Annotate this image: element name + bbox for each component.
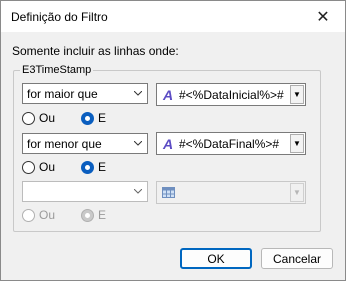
condition-combo-3[interactable] — [22, 181, 148, 202]
title-bar: Definição do Filtro ✕ — [1, 1, 345, 32]
expression-field-3: ▼ — [156, 181, 306, 204]
condition-combo-1-value: for maior que — [27, 86, 98, 101]
expression-field-1-value: #<%DataInicial%># — [179, 87, 284, 102]
expression-icon: A — [162, 86, 174, 103]
prompt-text: Somente incluir as linhas onde: — [12, 44, 179, 58]
expression-field-1[interactable]: A #<%DataInicial%># ▼ — [156, 83, 306, 106]
condition-combo-2-value: for menor que — [27, 136, 102, 151]
radio-and-1-label: E — [98, 111, 107, 125]
radio-or-3-label: Ou — [39, 208, 56, 222]
radio-circle-selected — [81, 160, 94, 174]
cancel-button-label: Cancelar — [272, 251, 322, 266]
chevron-down-icon — [134, 189, 142, 194]
ok-button[interactable]: OK — [180, 248, 252, 269]
grid-icon — [157, 182, 179, 203]
chevron-down-icon — [134, 141, 142, 146]
radio-and-3-label: E — [98, 208, 107, 222]
expression-field-2-value: #<%DataFinal%># — [179, 136, 280, 151]
radio-circle-selected — [81, 208, 94, 222]
radio-and-2-label: E — [98, 160, 107, 174]
condition-combo-1[interactable]: for maior que — [22, 83, 148, 104]
radio-and-1[interactable]: E — [81, 111, 106, 125]
ok-button-label: OK — [207, 251, 225, 266]
radio-circle-selected — [81, 111, 94, 125]
expression-field-2[interactable]: A #<%DataFinal%># ▼ — [156, 132, 306, 155]
expression-icon: A — [162, 135, 174, 152]
radio-and-2[interactable]: E — [81, 160, 106, 174]
radio-or-1[interactable]: Ou — [22, 111, 55, 125]
filter-dialog: Definição do Filtro ✕ Somente incluir as… — [0, 0, 346, 281]
condition-combo-2[interactable]: for menor que — [22, 133, 148, 154]
chevron-down-icon — [134, 91, 142, 96]
radio-or-2[interactable]: Ou — [22, 160, 55, 174]
radio-or-1-label: Ou — [39, 111, 56, 125]
radio-or-2-label: Ou — [39, 160, 56, 174]
radio-and-3: E — [81, 208, 106, 222]
window-title: Definição do Filtro — [11, 10, 108, 24]
radio-circle — [22, 160, 35, 174]
group-label: E3TimeStamp — [20, 64, 94, 76]
radio-circle — [22, 208, 35, 222]
radio-or-3: Ou — [22, 208, 55, 222]
expression-dropdown-button-2[interactable]: ▼ — [290, 134, 304, 153]
cancel-button[interactable]: Cancelar — [261, 248, 333, 269]
radio-circle — [22, 111, 35, 125]
expression-dropdown-button-3: ▼ — [290, 183, 304, 202]
expression-dropdown-button-1[interactable]: ▼ — [290, 85, 304, 104]
close-icon[interactable]: ✕ — [301, 1, 345, 32]
